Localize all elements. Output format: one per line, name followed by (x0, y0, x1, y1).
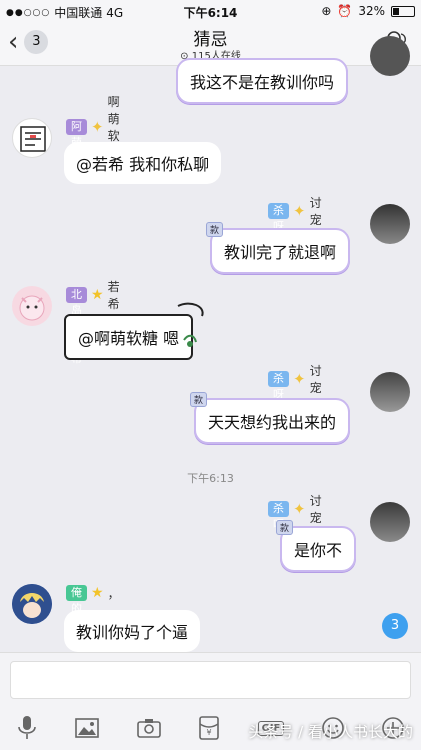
title-tag: 杀呀 (268, 371, 289, 401)
sparkle-icon: ✦ (293, 370, 306, 388)
rotation-lock-icon: ⊕ (321, 4, 332, 18)
avatar-art-icon (12, 584, 52, 624)
bubble-badge: 款 (206, 222, 224, 237)
message-bubble[interactable]: 款 天天想约我出来的 (190, 392, 351, 444)
avatar[interactable] (370, 502, 410, 542)
star-icon: ★ (91, 287, 104, 303)
bubble-badge: 款 (190, 392, 208, 407)
status-right: ⊕ ⏰ 32% (321, 4, 415, 18)
title-tag: 杀呀 (268, 203, 289, 233)
title-tag: 阿萌软糖 (66, 119, 87, 181)
svg-text:¥: ¥ (206, 728, 211, 737)
avatar[interactable] (370, 36, 410, 76)
sparkle-icon: ✦ (293, 202, 306, 220)
sender-row: 杀呀 ✦ 讨宠 (268, 196, 322, 233)
watermark: 头条号 / 看小人书长大的 (248, 723, 413, 741)
avatar[interactable] (12, 286, 52, 326)
title-tag: 俺的许 (66, 585, 87, 631)
message-text: 教训完了就退啊 (224, 243, 337, 262)
avatar[interactable] (370, 372, 410, 412)
sender-name: 讨宠 (309, 494, 322, 525)
sender-row: 俺的许 ★ ， (66, 584, 120, 631)
mic-icon[interactable] (12, 713, 42, 743)
image-icon[interactable] (72, 713, 102, 743)
sender-row: 北岛的希希 ★ 若希 (66, 280, 120, 365)
sender-name: 若希 (107, 280, 120, 311)
star-icon: ★ (91, 585, 104, 601)
battery-icon (391, 5, 415, 17)
avatar[interactable] (370, 204, 410, 244)
message-bubble[interactable]: 款 是你不 (276, 520, 357, 572)
sender-row: 杀呀 ✦ 讨宠 (268, 494, 322, 531)
leaf-decoration-icon (177, 302, 204, 347)
message-bubble[interactable]: 款 教训完了就退啊 (206, 222, 351, 274)
sender-row: 阿萌软糖 ✦ 啊萌软糖 (66, 95, 120, 181)
avatar-art-icon (19, 295, 45, 321)
sparkle-icon: ✦ (293, 500, 306, 518)
title-tag: 杀呀 (268, 501, 289, 531)
avatar[interactable] (12, 584, 52, 624)
sender-name: ， (107, 586, 120, 601)
message-bubble[interactable]: @若希 我和你私聊 (64, 142, 222, 184)
avatar-art-icon (20, 126, 46, 152)
redpacket-icon[interactable]: ¥ (194, 713, 224, 743)
sender-row: 杀呀 ✦ 讨宠 (268, 364, 322, 401)
battery-percent: 32% (358, 4, 385, 18)
sender-name: 讨宠 (309, 364, 322, 395)
message-bubble[interactable]: 我这不是在教训你吗 (176, 58, 349, 104)
sender-name: 讨宠 (309, 196, 322, 227)
message-timestamp: 下午6:13 (187, 472, 234, 485)
camera-icon[interactable] (134, 713, 164, 743)
status-bar: ●●○○○ 中国联通 4G 下午6:14 ⊕ ⏰ 32% (0, 0, 421, 22)
unread-badge[interactable]: 3 (382, 613, 408, 639)
title-tag: 北岛的希希 (66, 287, 87, 365)
message-text: 天天想约我出来的 (208, 413, 337, 432)
bubble-badge: 款 (276, 520, 294, 535)
message-text: 是你不 (294, 541, 343, 560)
message-input[interactable] (10, 661, 411, 699)
alarm-icon: ⏰ (337, 4, 353, 18)
sparkle-icon: ✦ (91, 118, 104, 136)
message-bubble[interactable]: 教训你妈了个逼 (64, 610, 201, 652)
avatar[interactable] (12, 118, 52, 158)
